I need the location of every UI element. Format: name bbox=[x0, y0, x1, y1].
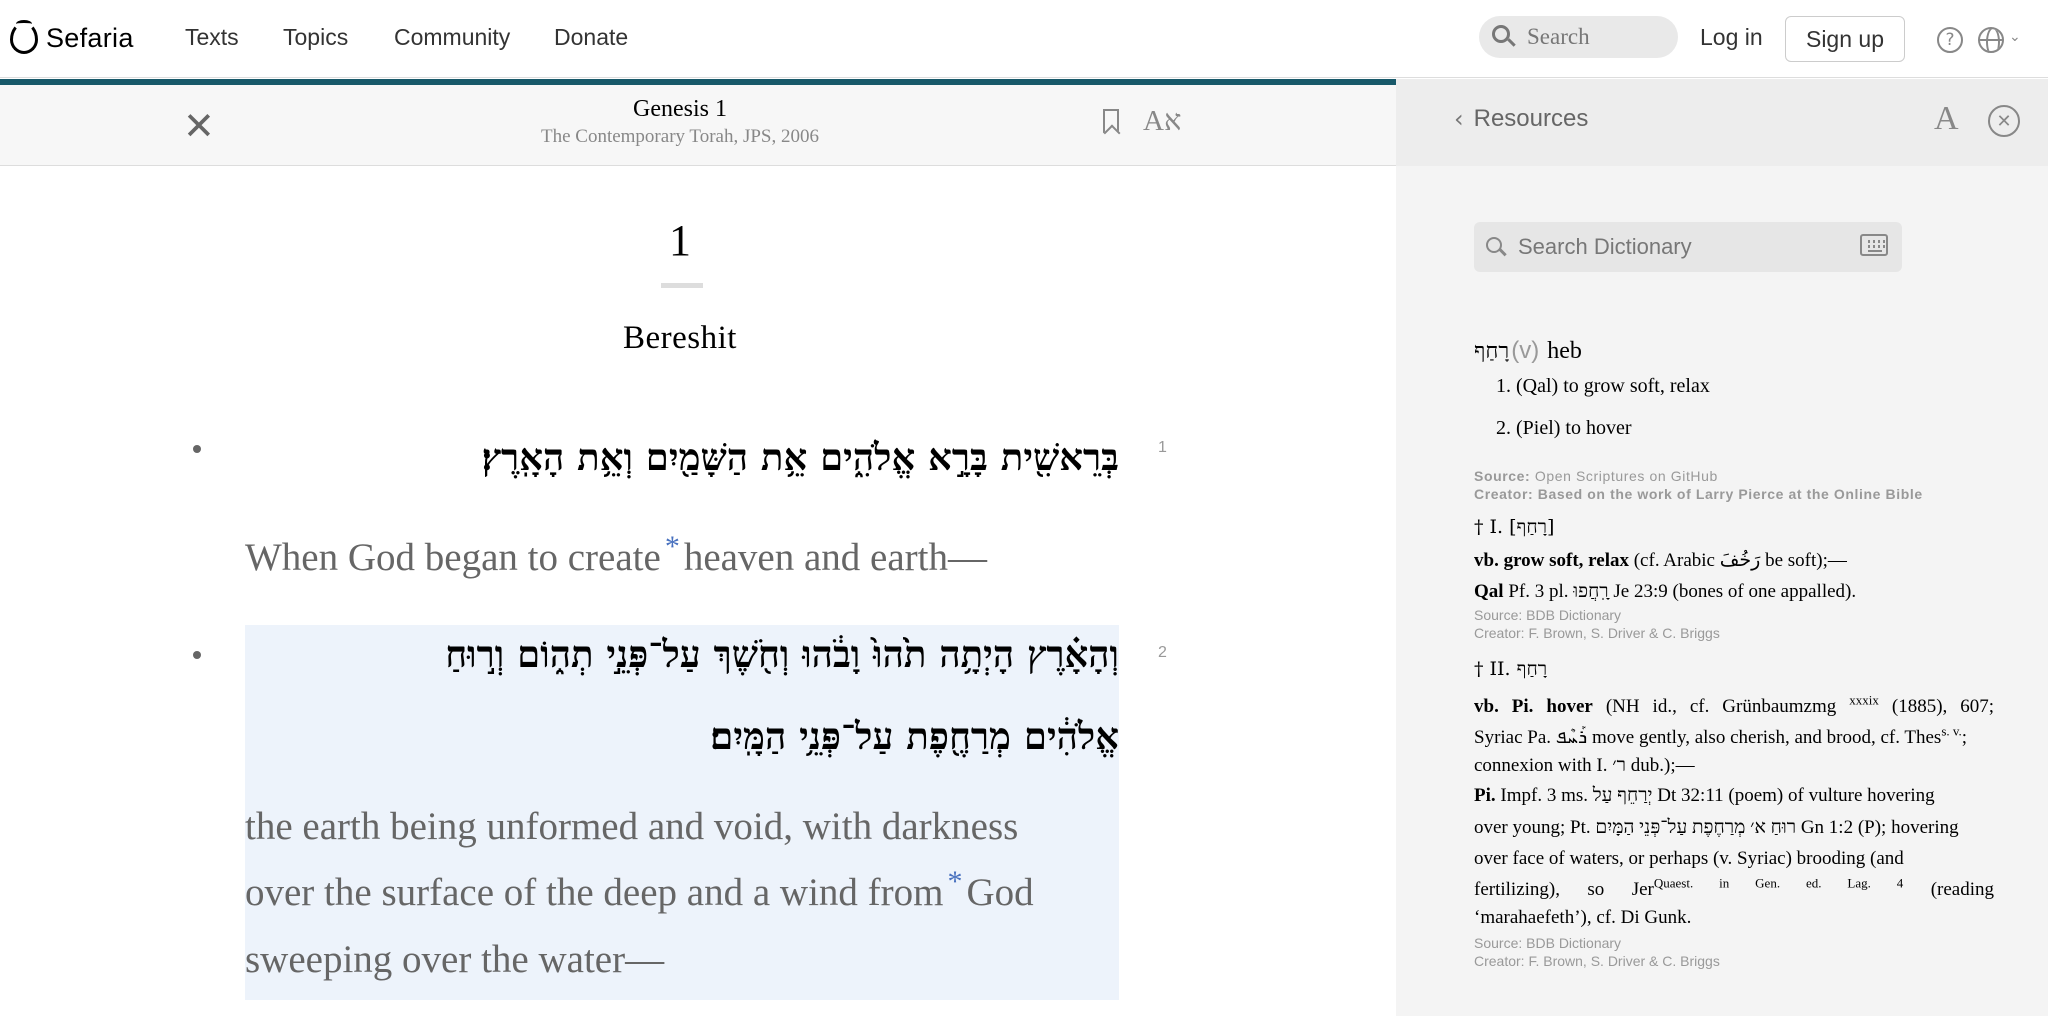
verse-2-hebrew-line-2[interactable]: אֱלֹהִ֔ים מְרַחֶ֖פֶת עַל־פְּנֵ֥י הַמָּֽי… bbox=[245, 714, 1119, 759]
source-label: Source: bbox=[1474, 468, 1531, 484]
logo-text: Sefaria bbox=[46, 22, 134, 53]
nav-link-texts[interactable]: Texts bbox=[185, 24, 239, 51]
entry-sense-1: 1. (Qal) to grow soft, relax bbox=[1496, 375, 1710, 397]
bdb-entry-2-head: † II. רָחַף bbox=[1474, 655, 1547, 681]
bdb-entry-1-source: Source: BDB Dictionary bbox=[1474, 607, 1622, 623]
bdb-1-def-rest: (cf. Arabic رَخُفَ be soft);— bbox=[1628, 550, 1847, 571]
bdb-2-line-2-text: Syriac Pa. ܪܰܚܶܦ move gently, also cheri… bbox=[1474, 727, 1942, 748]
verse-2-english-text-b: God bbox=[966, 871, 1034, 914]
bdb-2-line-7-b: (reading bbox=[1930, 879, 1995, 900]
search-input[interactable] bbox=[1527, 24, 1677, 50]
footnote-marker[interactable]: * bbox=[665, 530, 680, 563]
verse-1-english-text-b: heaven and earth— bbox=[683, 536, 987, 579]
resources-panel: ‹ Resources A ✕ רָחַף(v) heb 1. (Qal) to … bbox=[1396, 79, 2048, 1016]
bdb-2-line-7-sup: Quaest. in Gen. ed. Lag. 4 bbox=[1653, 875, 1904, 891]
chevron-down-icon[interactable]: ⌄ bbox=[2009, 29, 2021, 45]
search-icon bbox=[1486, 237, 1507, 257]
verse-2-english-line-3[interactable]: sweeping over the water— bbox=[245, 937, 664, 982]
entry-pos: (v) bbox=[1511, 337, 1540, 364]
display-settings-icon[interactable]: Aא bbox=[1143, 105, 1181, 138]
bdb-entry-1-headword: † I. [רָחַף] bbox=[1474, 516, 1555, 538]
bdb-2-sup: xxxix bbox=[1849, 692, 1879, 708]
site-search[interactable] bbox=[1479, 16, 1678, 58]
bdb-2-line-2-sup: s. v. bbox=[1941, 723, 1962, 739]
source-value: Open Scriptures on GitHub bbox=[1534, 468, 1718, 484]
bdb-entry-2-headword: † II. רָחַף bbox=[1474, 658, 1548, 680]
creator-value: Based on the work of Larry Pierce at the… bbox=[1537, 486, 1923, 502]
verse-1-number[interactable]: 1 bbox=[1158, 439, 1167, 457]
reference-title[interactable]: Genesis 1 bbox=[440, 96, 920, 123]
signup-button[interactable]: Sign up bbox=[1785, 16, 1905, 62]
bdb-2-stem-rest: Impf. 3 ms. יְרַחֵף עַל Dt 32:11 (poem) … bbox=[1495, 785, 1935, 806]
verse-1-bullet bbox=[193, 445, 201, 453]
nav-link-topics[interactable]: Topics bbox=[283, 24, 348, 51]
bdb-entry-2-line-3: connexion with I. ר׳ dub.);— bbox=[1474, 755, 1695, 776]
bdb-entry-1-line-2: Qal Pf. 3 pl. רָֽחֲפוּ Je 23:9 (bones of… bbox=[1474, 577, 1994, 607]
login-link[interactable]: Log in bbox=[1700, 24, 1763, 51]
entry-lang: heb bbox=[1547, 338, 1582, 364]
bdb-2-def-rest: (NH id., cf. Grünbaumzmg bbox=[1592, 696, 1837, 717]
bdb-entry-1-head: † I. [רָחַף] bbox=[1474, 513, 1554, 539]
bdb-1-stem: Qal bbox=[1474, 581, 1504, 602]
help-icon[interactable]: ? bbox=[1937, 27, 1963, 53]
creator-label: Creator: bbox=[1474, 486, 1534, 502]
bdb-entry-2-line-5: over young; Pt. רוּחַ א׳ מְרַחֶפֶת עַל־פ… bbox=[1474, 817, 1959, 838]
bdb-2-def: vb. Pi. hover bbox=[1474, 696, 1593, 717]
resources-label: Resources bbox=[1473, 105, 1589, 132]
entry-headword-line: רָחַף(v) heb bbox=[1474, 337, 1582, 365]
bdb-1-stem-rest: Pf. 3 pl. רָֽחֲפוּ Je 23:9 (bones of one… bbox=[1503, 581, 1857, 602]
verse-2-hebrew-line-1[interactable]: וְהָאָ֗רֶץ הָיְתָ֥ה תֹ֙הוּ֙ וָבֹ֔הוּ וְח… bbox=[245, 632, 1119, 677]
sefaria-logo[interactable]: Sefaria bbox=[10, 18, 134, 58]
bdb-2-line-7-a: fertilizing), so Jer bbox=[1474, 879, 1654, 900]
logo-mark-icon bbox=[10, 20, 38, 54]
close-icon[interactable]: ✕ bbox=[183, 107, 215, 145]
version-title[interactable]: The Contemporary Torah, JPS, 2006 bbox=[440, 126, 920, 148]
globe-icon[interactable] bbox=[1978, 27, 2004, 53]
bdb-2-def-tail: (1885), 607; bbox=[1891, 696, 1995, 717]
verse-2-bullet bbox=[193, 651, 201, 659]
nav-link-donate[interactable]: Donate bbox=[554, 24, 628, 51]
bdb-entry-2-line-7: fertilizing), so JerQuaest. in Gen. ed. … bbox=[1474, 875, 1994, 905]
verse-2-english-text-a: over the surface of the deep and a wind … bbox=[245, 871, 944, 914]
verse-1-english[interactable]: When God began to create * heaven and eart… bbox=[245, 532, 987, 580]
chevron-left-icon: ‹ bbox=[1454, 105, 1464, 133]
top-navigation: Sefaria Texts Topics Community Donate Lo… bbox=[0, 0, 2048, 78]
nav-link-community[interactable]: Community bbox=[394, 24, 510, 51]
entry-headword[interactable]: רָחַף bbox=[1474, 339, 1509, 364]
entry-creator: Creator: Based on the work of Larry Pier… bbox=[1474, 486, 1923, 502]
bdb-entry-1-line-1: vb. grow soft, relax (cf. Arabic رَخُفَ … bbox=[1474, 546, 1994, 576]
verse-2-number[interactable]: 2 bbox=[1158, 644, 1167, 662]
bdb-entry-2-line-8: ‘marahaefeth’), cf. Di Gunk. bbox=[1474, 907, 1692, 928]
close-icon[interactable]: ✕ bbox=[1988, 105, 2020, 137]
footnote-marker[interactable]: * bbox=[947, 865, 962, 898]
resources-back-button[interactable]: ‹ Resources bbox=[1454, 105, 1588, 133]
bdb-entry-2-line-1: vb. Pi. hover (NH id., cf. Grünbaumzmg x… bbox=[1474, 692, 1994, 722]
dictionary-search-input[interactable] bbox=[1518, 234, 1848, 260]
bdb-2-line-2-tail: ; bbox=[1961, 727, 1968, 748]
bookmark-icon[interactable] bbox=[1103, 109, 1119, 133]
resources-header: ‹ Resources A ✕ bbox=[1396, 79, 2048, 166]
chapter-divider bbox=[661, 283, 703, 288]
chapter-name: Bereshit bbox=[623, 320, 737, 356]
bdb-1-def: vb. grow soft, relax bbox=[1474, 550, 1629, 571]
search-icon bbox=[1491, 24, 1517, 50]
entry-sense-2: 2. (Piel) to hover bbox=[1496, 417, 1632, 439]
bdb-entry-1-creator: Creator: F. Brown, S. Driver & C. Briggs bbox=[1474, 625, 1720, 641]
entry-source: Source: Open Scriptures on GitHub bbox=[1474, 468, 1718, 484]
verse-1-hebrew[interactable]: בְּרֵאשִׁ֖ית בָּרָ֣א אֱלֹהִ֑ים אֵ֥ת הַשָ… bbox=[245, 435, 1119, 480]
bdb-entry-2-line-2: Syriac Pa. ܪܰܚܶܦ move gently, also cheri… bbox=[1474, 723, 1994, 753]
bdb-entry-2-creator: Creator: F. Brown, S. Driver & C. Briggs bbox=[1474, 953, 1720, 969]
verse-1-english-text-a: When God began to create bbox=[245, 536, 661, 579]
reader-header: ✕ Genesis 1 The Contemporary Torah, JPS,… bbox=[0, 85, 1396, 166]
keyboard-icon[interactable] bbox=[1860, 234, 1888, 256]
font-size-icon[interactable]: A bbox=[1934, 100, 1959, 138]
bdb-2-stem: Pi. bbox=[1474, 785, 1496, 806]
verse-2-english-line-2[interactable]: over the surface of the deep and a wind … bbox=[245, 867, 1034, 915]
bdb-entry-2-line-4: Pi. Impf. 3 ms. יְרַחֵף עַל Dt 32:11 (po… bbox=[1474, 781, 1994, 811]
chapter-number: 1 bbox=[669, 216, 691, 265]
dictionary-search[interactable] bbox=[1474, 222, 1902, 272]
bdb-entry-2-line-6: over face of waters, or perhaps (v. Syri… bbox=[1474, 848, 1904, 869]
bdb-entry-2-source: Source: BDB Dictionary bbox=[1474, 935, 1622, 951]
verse-2-english-line-1[interactable]: the earth being unformed and void, with … bbox=[245, 804, 1018, 849]
